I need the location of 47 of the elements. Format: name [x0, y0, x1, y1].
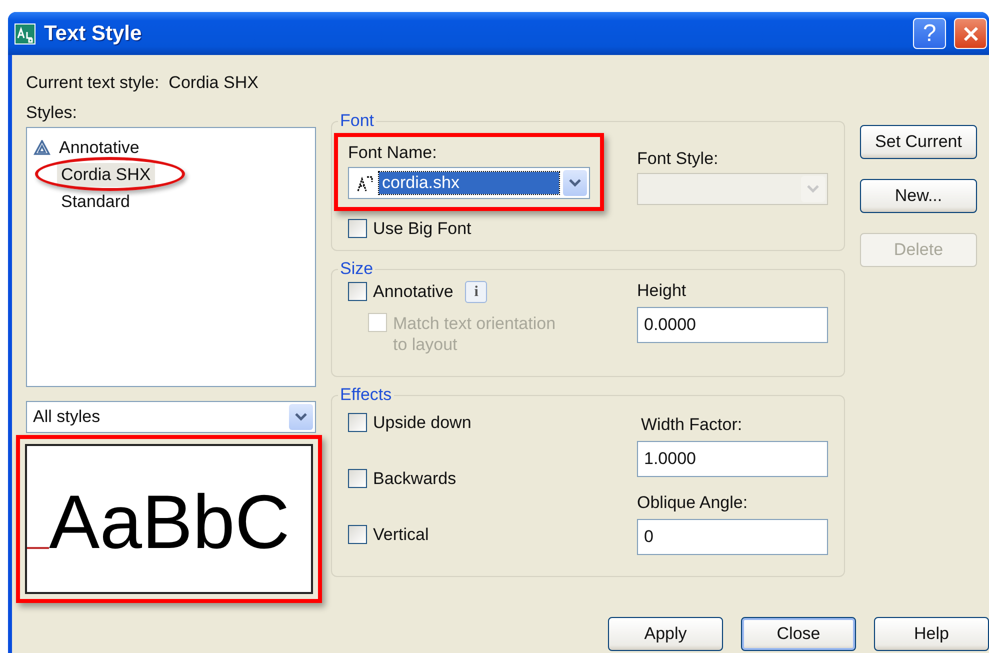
size-legend: Size — [338, 259, 376, 279]
checkbox[interactable] — [348, 413, 367, 432]
checkbox[interactable] — [348, 219, 367, 238]
font-name-label: Font Name: — [348, 143, 437, 162]
checkbox[interactable] — [348, 525, 367, 544]
baseline-mark — [27, 547, 49, 551]
current-style-text: Current text style: Cordia SHX — [26, 73, 260, 93]
checkbox-label[interactable]: Use Big Font — [348, 219, 604, 239]
font-name-value: cordia.shx — [379, 172, 559, 194]
close-icon — [962, 26, 978, 42]
app-icon — [14, 22, 36, 44]
font-legend: Font — [338, 111, 376, 131]
chevron-down-icon — [295, 413, 307, 421]
close-button[interactable] — [954, 18, 987, 49]
side-button[interactable]: New... — [860, 179, 977, 213]
info-button[interactable]: i — [465, 281, 488, 303]
checkbox[interactable] — [348, 469, 367, 488]
styles-label: Styles: — [26, 103, 78, 123]
chevron-down-icon — [569, 179, 581, 187]
oblique-angle-input[interactable]: 0 — [637, 519, 828, 555]
style-item[interactable]: Annotative — [55, 136, 144, 160]
chevron-down-icon — [807, 185, 819, 193]
style-item[interactable]: Standard — [57, 190, 134, 214]
window-title: Text Style — [44, 22, 143, 46]
help-button[interactable]: ? — [913, 18, 946, 49]
checkbox-label[interactable]: Upside down — [348, 413, 472, 433]
checkbox-label[interactable]: Backwards — [348, 469, 472, 489]
font-style-label: Font Style: — [637, 149, 720, 169]
font-name-dropdown[interactable]: cordia.shx — [348, 167, 590, 199]
side-button[interactable]: Set Current — [860, 125, 977, 159]
effects-legend: Effects — [338, 385, 394, 405]
dialog-button[interactable]: Apply — [608, 617, 723, 651]
dialog-button[interactable]: Close — [741, 617, 856, 651]
checkbox-label[interactable]: Vertical — [348, 525, 472, 545]
style-item[interactable]: Cordia SHX — [57, 162, 155, 186]
preview-text: AaBbC — [49, 485, 290, 561]
annotative-icon — [33, 140, 51, 156]
height-input[interactable]: 0.0000 — [637, 307, 828, 343]
dialog-button[interactable]: Help — [874, 617, 989, 651]
style-filter-dropdown[interactable]: All styles — [26, 401, 316, 433]
checkbox-label[interactable]: Annotative — [348, 282, 454, 302]
oblique-angle-label: Oblique Angle: — [637, 493, 749, 513]
width-factor-input[interactable]: 1.0000 — [637, 441, 828, 477]
height-label: Height — [637, 281, 688, 301]
styles-list[interactable]: Annotative Cordia SHX Standard — [26, 127, 316, 387]
width-factor-label: Width Factor: — [640, 415, 744, 435]
checkbox[interactable] — [348, 282, 367, 301]
